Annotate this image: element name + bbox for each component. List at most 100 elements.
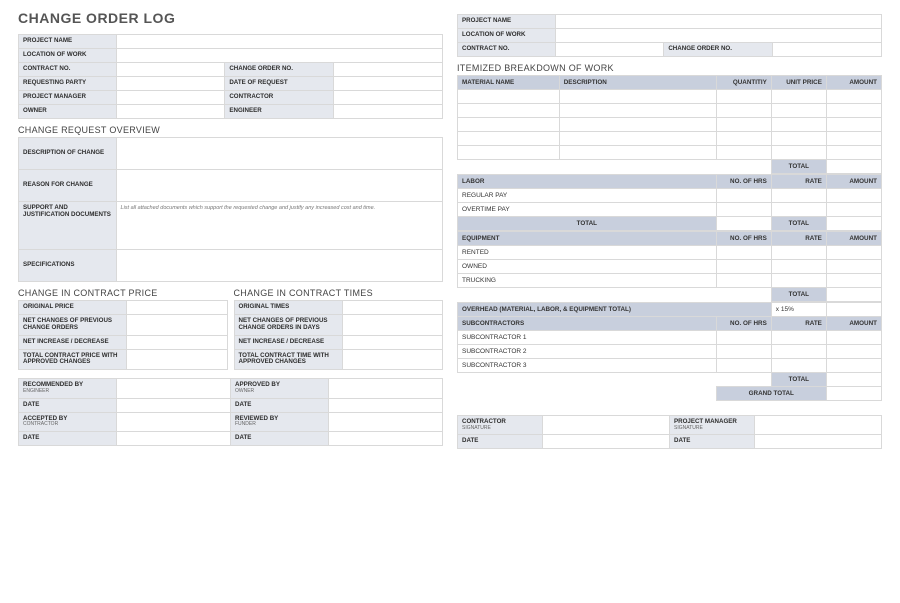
col-material: MATERIAL NAME bbox=[458, 76, 560, 90]
lbl-total-times: TOTAL CONTRACT TIME WITH APPROVED CHANGE… bbox=[234, 349, 342, 370]
val-orig-price[interactable] bbox=[127, 301, 227, 315]
sign-table-left: RECOMMENDED BYENGINEER APPROVED BYOWNER … bbox=[18, 378, 443, 446]
r-val-project-name[interactable] bbox=[555, 15, 881, 29]
lbl-net-inc-times: NET INCREASE / DECREASE bbox=[234, 335, 342, 349]
lbl-contract-no: CONTRACT NO. bbox=[19, 63, 117, 77]
col-description: DESCRIPTION bbox=[559, 76, 716, 90]
equip-total-label: TOTAL bbox=[771, 288, 826, 302]
r-lbl-project-name: PROJECT NAME bbox=[458, 15, 556, 29]
val-pm[interactable] bbox=[116, 91, 225, 105]
row-overtime-pay: OVERTIME PAY bbox=[458, 203, 717, 217]
val-recommended[interactable] bbox=[116, 379, 230, 398]
lbl-date4: DATE bbox=[230, 431, 328, 445]
val-engineer[interactable] bbox=[334, 105, 443, 119]
lbl-date-r1: DATE bbox=[458, 435, 543, 449]
val-date2[interactable] bbox=[328, 398, 443, 412]
lbl-requesting-party: REQUESTING PARTY bbox=[19, 77, 117, 91]
lbl-recommended: RECOMMENDED BYENGINEER bbox=[19, 379, 117, 398]
val-orig-times[interactable] bbox=[342, 301, 442, 315]
val-contractor[interactable] bbox=[334, 91, 443, 105]
page-title: CHANGE ORDER LOG bbox=[18, 10, 443, 26]
price-title: CHANGE IN CONTRACT PRICE bbox=[18, 288, 228, 298]
grand-total[interactable] bbox=[826, 387, 881, 401]
lbl-pm: PROJECT MANAGER bbox=[19, 91, 117, 105]
lbl-contractor-sig: CONTRACTORSIGNATURE bbox=[458, 416, 543, 435]
overhead-rate: x 15% bbox=[771, 303, 826, 317]
val-accepted[interactable] bbox=[116, 412, 230, 431]
lbl-date-r2: DATE bbox=[669, 435, 754, 449]
col-amt3: AMOUNT bbox=[826, 317, 881, 331]
project-info-table-right: PROJECT NAME LOCATION OF WORK CONTRACT N… bbox=[457, 14, 882, 57]
col-amt2: AMOUNT bbox=[826, 232, 881, 246]
r-lbl-location: LOCATION OF WORK bbox=[458, 29, 556, 43]
overhead-amount[interactable] bbox=[826, 303, 881, 317]
labor-title: LABOR bbox=[458, 175, 717, 189]
val-reviewed[interactable] bbox=[328, 412, 443, 431]
val-net-changes-price[interactable] bbox=[127, 315, 227, 336]
grand-total-label: GRAND TOTAL bbox=[716, 387, 826, 401]
breakdown-title: ITEMIZED BREAKDOWN OF WORK bbox=[457, 63, 882, 73]
col-rate2: RATE bbox=[771, 232, 826, 246]
val-requesting-party[interactable] bbox=[116, 77, 225, 91]
row-rented: RENTED bbox=[458, 246, 717, 260]
val-net-changes-times[interactable] bbox=[342, 315, 442, 336]
r-val-contract-no[interactable] bbox=[555, 43, 664, 57]
left-column: CHANGE ORDER LOG PROJECT NAME LOCATION O… bbox=[18, 10, 443, 449]
row-sub3: SUBCONTRACTOR 3 bbox=[458, 359, 717, 373]
col-hrs3: NO. OF HRS bbox=[716, 317, 771, 331]
times-table: ORIGINAL TIMES NET CHANGES OF PREVIOUS C… bbox=[234, 300, 444, 370]
val-specs[interactable] bbox=[116, 250, 442, 282]
material-total-label: TOTAL bbox=[771, 160, 826, 174]
val-support[interactable]: List all attached documents which suppor… bbox=[116, 202, 442, 250]
val-date3[interactable] bbox=[116, 431, 230, 445]
col-hrs2: NO. OF HRS bbox=[716, 232, 771, 246]
val-date1[interactable] bbox=[116, 398, 230, 412]
col-amount: AMOUNT bbox=[826, 76, 881, 90]
val-project-name[interactable] bbox=[116, 35, 442, 49]
val-date-request[interactable] bbox=[334, 77, 443, 91]
row-trucking: TRUCKING bbox=[458, 274, 717, 288]
project-info-table-left: PROJECT NAME LOCATION OF WORK CONTRACT N… bbox=[18, 34, 443, 119]
right-column: PROJECT NAME LOCATION OF WORK CONTRACT N… bbox=[457, 10, 882, 449]
equip-total[interactable] bbox=[826, 288, 881, 302]
times-title: CHANGE IN CONTRACT TIMES bbox=[234, 288, 444, 298]
price-table: ORIGINAL PRICE NET CHANGES OF PREVIOUS C… bbox=[18, 300, 228, 370]
val-pm-sig[interactable] bbox=[754, 416, 881, 435]
subs-total-label: TOTAL bbox=[771, 373, 826, 387]
val-contractor-sig[interactable] bbox=[542, 416, 669, 435]
r-lbl-change-order-no: CHANGE ORDER NO. bbox=[664, 43, 773, 57]
material-total[interactable] bbox=[826, 160, 881, 174]
r-lbl-contract-no: CONTRACT NO. bbox=[458, 43, 556, 57]
val-location[interactable] bbox=[116, 49, 442, 63]
val-total-price[interactable] bbox=[127, 349, 227, 370]
val-net-inc-times[interactable] bbox=[342, 335, 442, 349]
val-net-inc-price[interactable] bbox=[127, 335, 227, 349]
lbl-orig-price: ORIGINAL PRICE bbox=[19, 301, 127, 315]
val-contract-no[interactable] bbox=[116, 63, 225, 77]
overview-table: DESCRIPTION OF CHANGE REASON FOR CHANGE … bbox=[18, 137, 443, 282]
r-val-location[interactable] bbox=[555, 29, 881, 43]
subs-total[interactable] bbox=[826, 373, 881, 387]
val-owner[interactable] bbox=[116, 105, 225, 119]
val-reason[interactable] bbox=[116, 170, 442, 202]
r-val-change-order-no[interactable] bbox=[773, 43, 882, 57]
lbl-desc-change: DESCRIPTION OF CHANGE bbox=[19, 138, 117, 170]
val-desc-change[interactable] bbox=[116, 138, 442, 170]
val-change-order-no[interactable] bbox=[334, 63, 443, 77]
col-amt1: AMOUNT bbox=[826, 175, 881, 189]
val-total-times[interactable] bbox=[342, 349, 442, 370]
labor-total-left: TOTAL bbox=[458, 217, 717, 231]
equip-title: EQUIPMENT bbox=[458, 232, 717, 246]
lbl-owner: OWNER bbox=[19, 105, 117, 119]
lbl-reviewed: REVIEWED BYFUNDER bbox=[230, 412, 328, 431]
lbl-contractor: CONTRACTOR bbox=[225, 91, 334, 105]
lbl-specs: SPECIFICATIONS bbox=[19, 250, 117, 282]
lbl-orig-times: ORIGINAL TIMES bbox=[234, 301, 342, 315]
val-approved[interactable] bbox=[328, 379, 443, 398]
lbl-total-price: TOTAL CONTRACT PRICE WITH APPROVED CHANG… bbox=[19, 349, 127, 370]
val-date-r1[interactable] bbox=[542, 435, 669, 449]
val-date4[interactable] bbox=[328, 431, 443, 445]
val-date-r2[interactable] bbox=[754, 435, 881, 449]
labor-table: LABOR NO. OF HRS RATE AMOUNT REGULAR PAY… bbox=[457, 174, 882, 231]
overhead-subs-table: OVERHEAD (MATERIAL, LABOR, & EQUIPMENT T… bbox=[457, 302, 882, 401]
